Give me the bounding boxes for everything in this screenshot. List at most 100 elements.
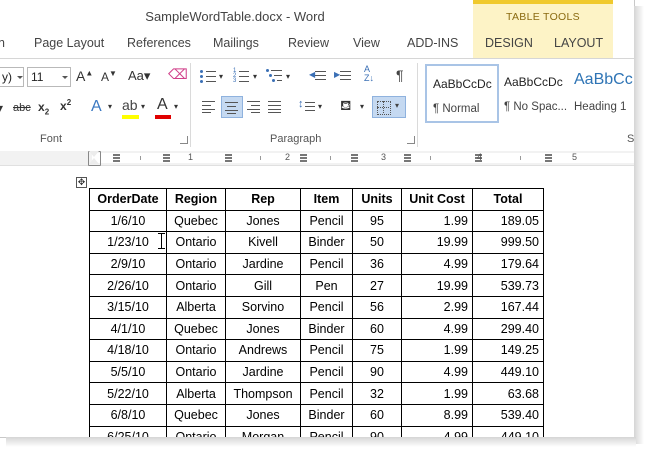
cell-item[interactable]: Pencil	[300, 252, 353, 276]
chevron-down-icon[interactable]: ▾	[318, 102, 322, 111]
style-normal[interactable]: AaBbCcDc ¶ Normal	[425, 64, 499, 123]
bullets-icon[interactable]	[200, 70, 220, 84]
cell-region[interactable]: Alberta	[166, 295, 226, 319]
data-table[interactable]: OrderDate Region Rep Item Units Unit Cos…	[89, 188, 544, 437]
column-marker[interactable]	[113, 154, 120, 162]
tab-table-design[interactable]: DESIGN	[485, 36, 533, 50]
cell-region[interactable]: Quebec	[166, 209, 226, 233]
cell-item[interactable]: Pencil	[300, 360, 353, 384]
superscript-icon[interactable]: x2	[60, 98, 71, 113]
cell-total[interactable]: 539.73	[472, 274, 544, 297]
align-center-icon[interactable]	[221, 96, 243, 118]
chevron-down-icon[interactable]: ▾	[174, 102, 178, 111]
tab-table-layout[interactable]: LAYOUT	[554, 36, 603, 50]
cell-units[interactable]: 90	[352, 360, 402, 384]
cell-region[interactable]: Ontario	[166, 231, 226, 254]
cell-region[interactable]: Ontario	[166, 360, 226, 384]
sort-icon[interactable]: A Z↓	[364, 65, 374, 83]
cell-rep[interactable]: Jones	[225, 209, 301, 233]
font-dialog-launcher[interactable]	[180, 136, 188, 144]
cell-unit-cost[interactable]: 1.99	[401, 382, 473, 405]
column-marker[interactable]	[163, 154, 170, 162]
cell-order-date[interactable]: 2/26/10	[89, 274, 167, 297]
header-unit-cost[interactable]: Unit Cost	[401, 188, 473, 211]
chevron-down-icon[interactable]: ▾	[108, 102, 112, 111]
header-rep[interactable]: Rep	[225, 188, 301, 211]
cell-rep[interactable]: Gill	[225, 274, 301, 297]
decrease-indent-icon[interactable]: ◀	[309, 69, 327, 83]
chevron-down-icon[interactable]: ▾	[219, 72, 223, 81]
column-marker[interactable]	[351, 154, 358, 162]
cell-order-date[interactable]: 6/8/10	[89, 403, 167, 427]
cell-total[interactable]: 449.10	[472, 360, 544, 384]
cell-rep[interactable]: Thompson	[225, 382, 301, 405]
cell-region[interactable]: Ontario	[166, 274, 226, 297]
cell-rep[interactable]: Jones	[225, 403, 301, 427]
cell-unit-cost[interactable]: 2.99	[401, 295, 473, 319]
cell-order-date[interactable]: 2/9/10	[89, 252, 167, 276]
cell-order-date[interactable]: 5/5/10	[89, 360, 167, 384]
cell-rep[interactable]: Sorvino	[225, 295, 301, 319]
cell-rep[interactable]: Kivell	[225, 231, 301, 254]
chevron-down-icon[interactable]: ▾	[360, 102, 364, 111]
cell-units[interactable]: 27	[352, 274, 402, 297]
tab-view[interactable]: View	[353, 36, 380, 50]
cell-rep[interactable]: Jardine	[225, 252, 301, 276]
cell-units[interactable]: 56	[352, 295, 402, 319]
cell-item[interactable]: Pencil	[300, 209, 353, 233]
clear-formatting-icon[interactable]: ⌫	[168, 66, 188, 83]
cell-unit-cost[interactable]: 1.99	[401, 209, 473, 233]
cell-total[interactable]: 179.64	[472, 252, 544, 276]
tab-insert-partial[interactable]: n	[0, 36, 5, 50]
align-left-icon[interactable]	[202, 101, 216, 113]
cell-item[interactable]: Binder	[300, 231, 353, 254]
cell-item[interactable]: Pencil	[300, 339, 353, 362]
line-spacing-icon[interactable]: ↕	[298, 98, 316, 115]
numbering-icon[interactable]: 1 2 3	[233, 68, 253, 84]
cell-rep[interactable]: Jardine	[225, 360, 301, 384]
change-case-icon[interactable]: Aa▾	[128, 68, 150, 84]
cell-region[interactable]: Quebec	[166, 403, 226, 427]
cell-order-date[interactable]: 3/15/10	[89, 295, 167, 319]
cell-unit-cost[interactable]: 4.99	[401, 252, 473, 276]
chevron-down-icon[interactable]: ▾	[286, 72, 290, 81]
font-color-icon[interactable]: A	[157, 96, 168, 114]
cell-unit-cost[interactable]: 4.99	[401, 360, 473, 384]
cell-order-date[interactable]: 4/18/10	[89, 339, 167, 362]
tab-page-layout[interactable]: Page Layout	[34, 36, 104, 50]
cell-region[interactable]: Quebec	[166, 317, 226, 341]
shading-icon[interactable]: ⛾	[340, 97, 351, 116]
tab-references[interactable]: References	[127, 36, 191, 50]
chevron-down-icon[interactable]: ▾	[253, 72, 257, 81]
style-no-spacing[interactable]: AaBbCcDc ¶ No Spac...	[498, 64, 568, 122]
cell-total[interactable]: 299.40	[472, 317, 544, 341]
subscript-icon[interactable]: x2	[38, 100, 49, 116]
cell-region[interactable]: Ontario	[166, 252, 226, 276]
borders-icon[interactable]: ▾	[372, 96, 406, 118]
cell-region[interactable]: Alberta	[166, 382, 226, 405]
cell-units[interactable]: 50	[352, 231, 402, 254]
cell-item[interactable]: Pen	[300, 274, 353, 297]
chevron-down-icon[interactable]: ▾	[141, 102, 145, 111]
table-move-handle-icon[interactable]: ✥	[76, 177, 87, 188]
cell-total[interactable]: 539.40	[472, 403, 544, 427]
cell-unit-cost[interactable]: 8.99	[401, 403, 473, 427]
cell-unit-cost[interactable]: 19.99	[401, 274, 473, 297]
align-right-icon[interactable]	[247, 101, 261, 113]
tab-add-ins[interactable]: ADD-INS	[407, 36, 458, 50]
decrease-font-icon[interactable]: A▼	[101, 69, 117, 84]
cell-total[interactable]: 189.05	[472, 209, 544, 233]
cell-units[interactable]: 60	[352, 403, 402, 427]
cell-unit-cost[interactable]: 19.99	[401, 231, 473, 254]
cell-rep[interactable]: Jones	[225, 317, 301, 341]
column-marker[interactable]	[225, 154, 232, 162]
header-item[interactable]: Item	[300, 188, 353, 211]
horizontal-ruler[interactable]: 1 2 3 4 5	[0, 151, 634, 166]
tab-review[interactable]: Review	[288, 36, 329, 50]
cell-item[interactable]: Binder	[300, 403, 353, 427]
increase-indent-icon[interactable]: ▶	[334, 69, 352, 83]
cell-units[interactable]: 75	[352, 339, 402, 362]
font-name-box[interactable]: y)	[0, 67, 24, 87]
cell-unit-cost[interactable]: 1.99	[401, 339, 473, 362]
column-marker[interactable]	[404, 154, 411, 162]
